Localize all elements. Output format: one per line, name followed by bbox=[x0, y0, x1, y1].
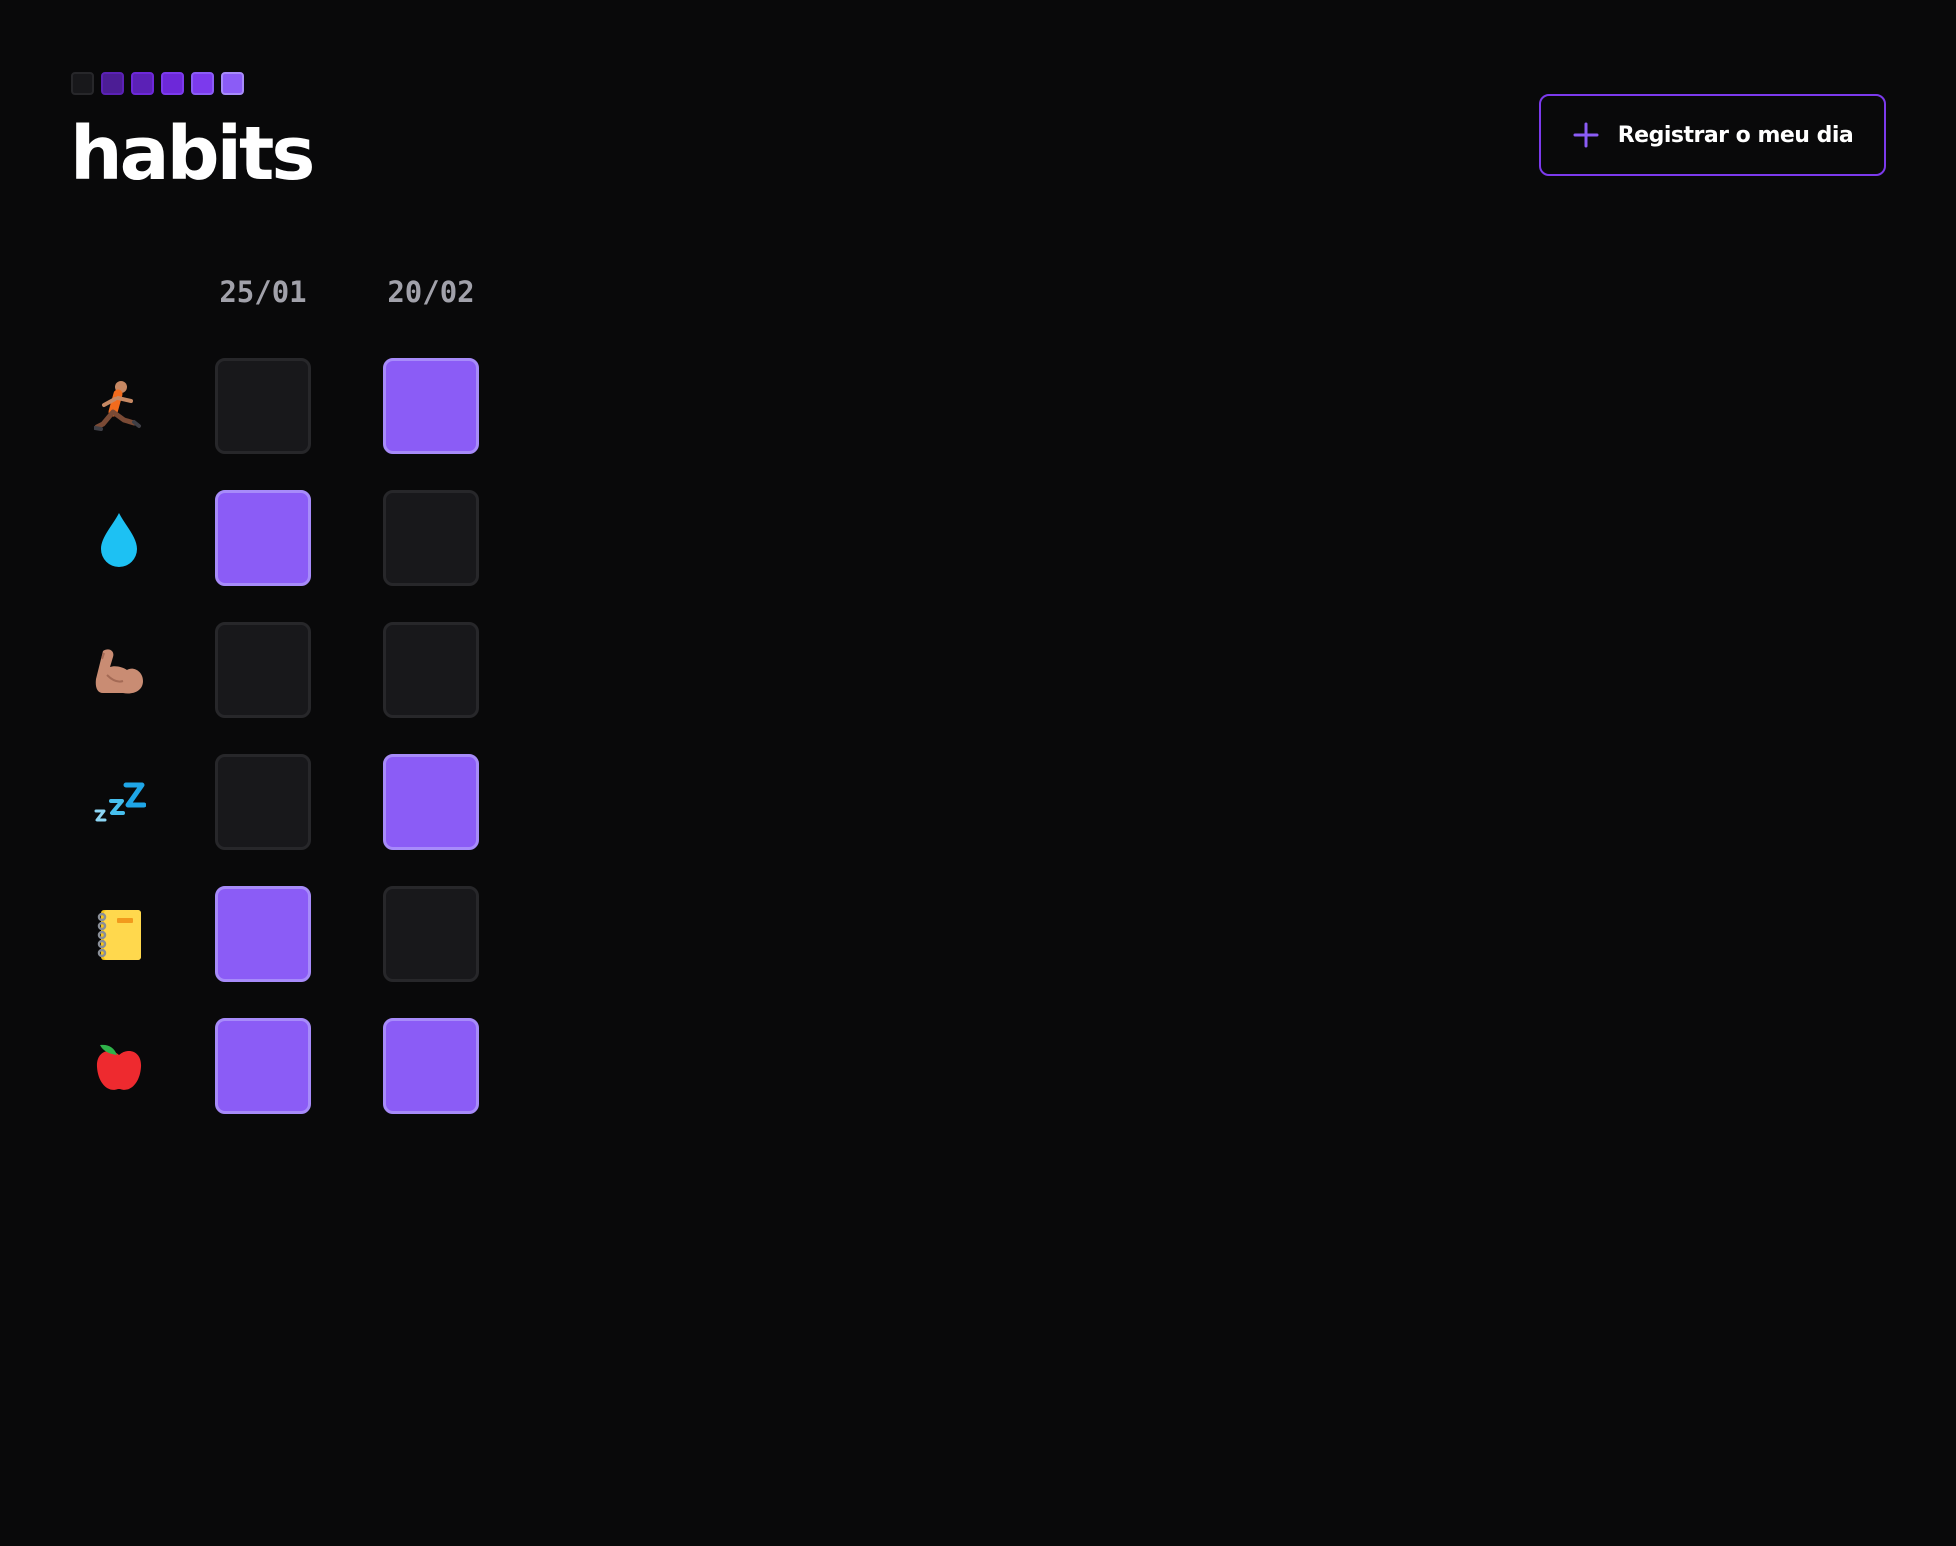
logo-square bbox=[101, 72, 124, 95]
habit-cell[interactable] bbox=[383, 622, 479, 718]
logo-square bbox=[71, 72, 94, 95]
habit-cell[interactable] bbox=[383, 886, 479, 982]
plus-icon bbox=[1572, 121, 1600, 149]
water-drop-icon bbox=[86, 506, 152, 572]
habit-cell[interactable] bbox=[215, 1018, 311, 1114]
habit-cell[interactable] bbox=[215, 622, 311, 718]
habit-cell[interactable] bbox=[215, 754, 311, 850]
red-apple-icon bbox=[86, 1034, 152, 1100]
habit-cell[interactable] bbox=[383, 358, 479, 454]
habits-app: habits Registrar o meu dia 25/01 20/02 bbox=[0, 0, 1956, 1546]
flexed-biceps-icon bbox=[86, 638, 152, 704]
date-header: 20/02 bbox=[387, 275, 475, 309]
running-person-icon bbox=[86, 374, 152, 440]
date-header: 25/01 bbox=[219, 275, 307, 309]
logo bbox=[71, 72, 244, 95]
logo-square bbox=[131, 72, 154, 95]
app-title: habits bbox=[70, 111, 315, 197]
logo-square bbox=[191, 72, 214, 95]
habit-cell[interactable] bbox=[383, 754, 479, 850]
new-habit-button[interactable]: Registrar o meu dia bbox=[1539, 94, 1886, 176]
habit-cell[interactable] bbox=[215, 490, 311, 586]
new-habit-button-label: Registrar o meu dia bbox=[1617, 122, 1854, 148]
habit-cell[interactable] bbox=[383, 1018, 479, 1114]
habit-cell[interactable] bbox=[215, 886, 311, 982]
logo-square bbox=[161, 72, 184, 95]
habit-cell[interactable] bbox=[383, 490, 479, 586]
sleeping-zzz-icon bbox=[86, 770, 152, 836]
notebook-icon bbox=[86, 902, 152, 968]
logo-square bbox=[221, 72, 244, 95]
habit-cell[interactable] bbox=[215, 358, 311, 454]
